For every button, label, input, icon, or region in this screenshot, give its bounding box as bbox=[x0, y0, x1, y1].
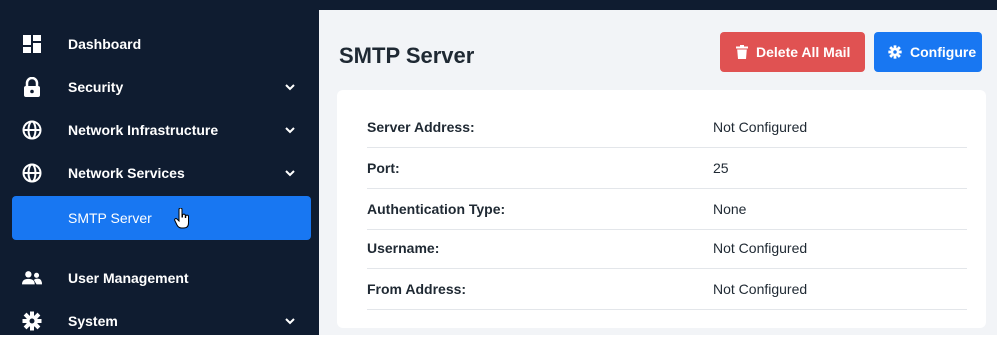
delete-all-mail-label: Delete All Mail bbox=[756, 44, 851, 60]
configure-button[interactable]: Configure bbox=[874, 32, 982, 72]
sidebar-item-label: Dashboard bbox=[68, 36, 142, 52]
sidebar-item-network-services[interactable]: Network Services bbox=[0, 152, 319, 194]
top-bar bbox=[319, 0, 997, 20]
detail-value: Not Configured bbox=[713, 119, 808, 135]
detail-value: None bbox=[713, 201, 747, 217]
main-content: SMTP Server Delete All Mail Configure Se… bbox=[319, 10, 997, 335]
dashboard-icon bbox=[22, 34, 42, 54]
smtp-details-card: Server Address: Not Configured Port: 25 … bbox=[337, 90, 986, 328]
trash-icon bbox=[736, 45, 748, 59]
sidebar-item-dashboard[interactable]: Dashboard bbox=[0, 23, 319, 65]
detail-row-server-address: Server Address: Not Configured bbox=[367, 107, 967, 148]
detail-key: Port: bbox=[367, 160, 400, 176]
chevron-down-icon bbox=[284, 315, 296, 327]
detail-key: From Address: bbox=[367, 281, 467, 297]
sidebar-item-label: Network Services bbox=[68, 165, 185, 181]
gear-icon bbox=[888, 45, 902, 59]
sidebar-item-user-management[interactable]: User Management bbox=[0, 257, 319, 299]
sidebar-item-label: Network Infrastructure bbox=[68, 122, 219, 138]
lock-icon bbox=[22, 77, 42, 97]
detail-row-port: Port: 25 bbox=[367, 148, 967, 189]
sidebar-subitem-label: SMTP Server bbox=[68, 210, 152, 226]
detail-key: Username: bbox=[367, 240, 440, 256]
sidebar-subitem-smtp-server[interactable]: SMTP Server bbox=[12, 196, 311, 240]
configure-label: Configure bbox=[910, 44, 977, 60]
chevron-down-icon bbox=[284, 167, 296, 179]
sidebar-item-label: System bbox=[68, 313, 118, 329]
chevron-down-icon bbox=[284, 124, 296, 136]
delete-all-mail-button[interactable]: Delete All Mail bbox=[720, 32, 865, 72]
sidebar-item-system[interactable]: System bbox=[0, 300, 319, 342]
detail-value: 25 bbox=[713, 160, 729, 176]
detail-row-authentication-type: Authentication Type: None bbox=[367, 189, 967, 230]
detail-value: Not Configured bbox=[713, 240, 808, 256]
gear-icon bbox=[22, 311, 42, 331]
sidebar-item-label: Security bbox=[68, 79, 124, 95]
sidebar-item-security[interactable]: Security bbox=[0, 66, 319, 108]
globe-icon bbox=[22, 163, 42, 183]
detail-key: Authentication Type: bbox=[367, 201, 506, 217]
chevron-down-icon bbox=[284, 81, 296, 93]
sidebar: Dashboard Security Network Infrastructur… bbox=[0, 0, 319, 335]
detail-key: Server Address: bbox=[367, 119, 475, 135]
hand-cursor-icon bbox=[174, 207, 190, 233]
globe-icon bbox=[22, 120, 42, 140]
users-icon bbox=[22, 268, 42, 288]
sidebar-item-label: User Management bbox=[68, 270, 189, 286]
detail-row-username: Username: Not Configured bbox=[367, 228, 967, 269]
detail-value: Not Configured bbox=[713, 281, 808, 297]
page-title: SMTP Server bbox=[339, 43, 475, 68]
detail-row-from-address: From Address: Not Configured bbox=[367, 269, 967, 310]
sidebar-item-network-infrastructure[interactable]: Network Infrastructure bbox=[0, 109, 319, 151]
